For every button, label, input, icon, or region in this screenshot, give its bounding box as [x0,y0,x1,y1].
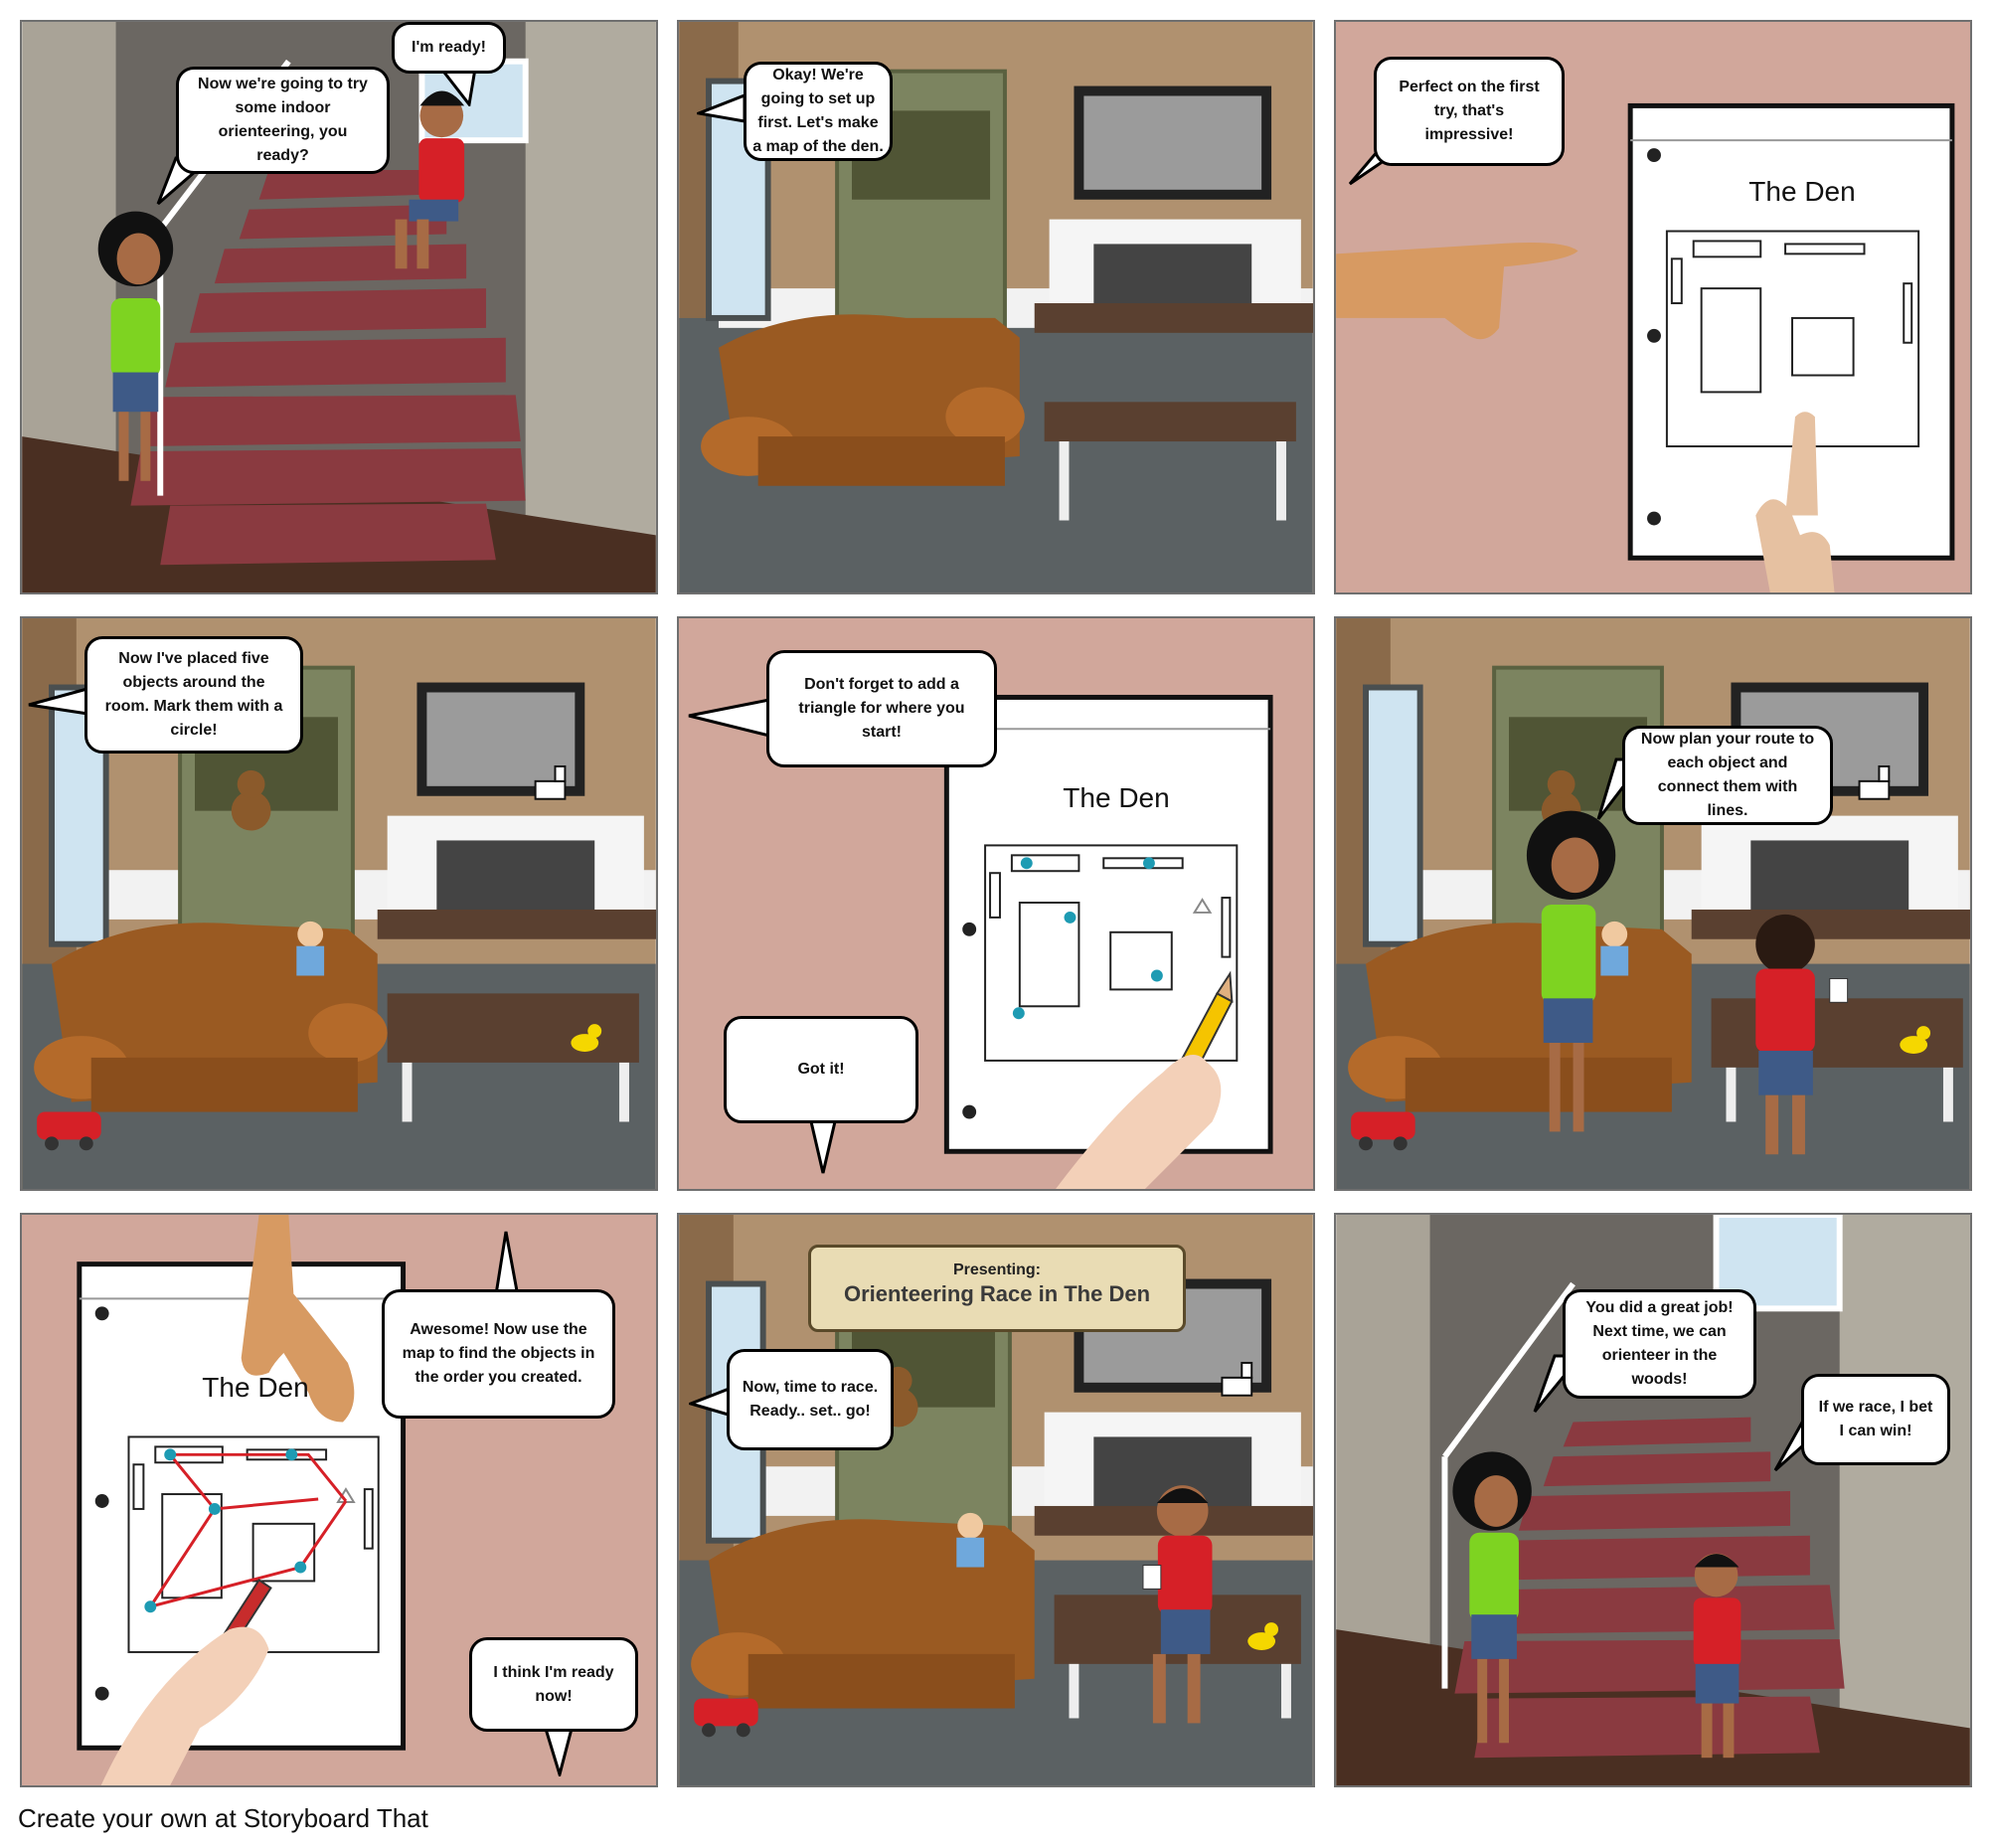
den-scene [1336,618,1970,1189]
doll-icon [1600,921,1629,976]
bubble-tail [697,92,746,123]
sofa [34,923,388,1112]
coffee-table [1044,402,1296,442]
bubble-tail [688,698,771,738]
speech-bubble: Got it! [724,1016,918,1123]
speech-bubble: I'm ready! [392,22,506,74]
title-banner: Presenting: Orienteering Race in The Den [808,1245,1186,1332]
panel-7: The Den Awesome! Now use the map to find… [20,1213,658,1787]
speech-bubble: Don't forget to add a triangle for where… [766,650,997,767]
panel-1: Now we're going to try some indoor orien… [20,20,658,594]
pointing-hand-icon [1336,242,1578,340]
speech-bubble: You did a great job! Next time, we can o… [1563,1289,1756,1399]
speech-bubble: Okay! We're going to set up first. Let's… [744,62,893,161]
footer-credit[interactable]: Create your own at Storyboard That [18,1803,428,1834]
speech-bubble: I think I'm ready now! [469,1637,638,1732]
panel-5: The Den Don't forget to add a triangle f… [677,616,1315,1191]
speech-bubble: Perfect on the first try, that's impress… [1374,57,1565,166]
banner-title: Orienteering Race in The Den [843,1281,1151,1306]
banner-subtitle: Presenting: [952,1261,1041,1278]
panel-6: Now plan your route to each object and c… [1334,616,1972,1191]
doll-icon [956,1512,985,1568]
speech-bubble: Now plan your route to each object and c… [1622,726,1833,825]
map-title: The Den [202,1372,309,1403]
bubble-tail [808,1115,838,1174]
speech-bubble: If we race, I bet I can win! [1801,1374,1950,1465]
panel-8: Presenting: Orienteering Race in The Den… [677,1213,1315,1787]
bubble-tail [544,1727,574,1776]
panel-4: Now I've placed five objects around the … [20,616,658,1191]
speech-bubble: Now we're going to try some indoor orien… [176,67,390,174]
sofa [701,314,1025,486]
doll-icon [296,921,325,976]
speech-bubble: Now I've placed five objects around the … [84,636,303,754]
map-title: The Den [1748,176,1856,207]
panel-2: Okay! We're going to set up first. Let's… [677,20,1315,594]
speech-bubble: Awesome! Now use the map to find the obj… [382,1289,615,1419]
speech-bubble: Now, time to race. Ready.. set.. go! [727,1349,894,1450]
coffee-table [387,993,639,1063]
panel-3: The Den Perfect on the first try, that's… [1334,20,1972,594]
panel-9: You did a great job! Next time, we can o… [1334,1213,1972,1787]
sofa [1348,923,1692,1112]
map-title: The Den [1063,782,1170,813]
